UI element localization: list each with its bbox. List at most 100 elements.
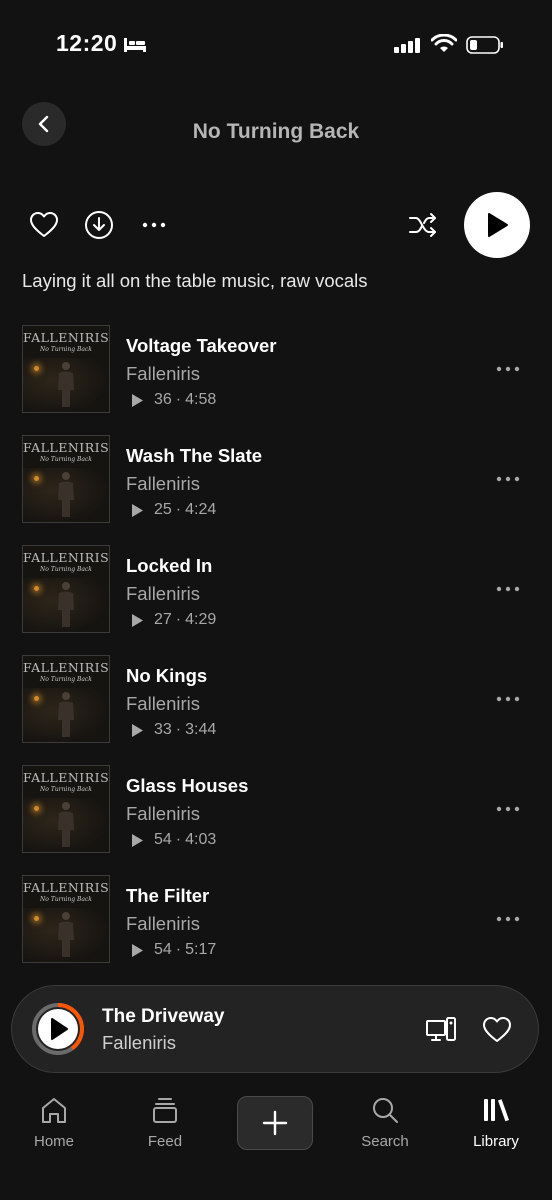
artwork-figure	[58, 472, 74, 517]
track-artwork: FALLENIRIS No Turning Back	[22, 435, 110, 523]
track-more-icon[interactable]	[494, 799, 522, 819]
track-artwork: FALLENIRIS No Turning Back	[22, 655, 110, 743]
meta-separator: ·	[175, 941, 182, 958]
track-row[interactable]: FALLENIRIS No Turning Back The Filter Falle…	[0, 875, 552, 985]
artwork-lamp	[34, 586, 39, 591]
device-icon[interactable]	[425, 1016, 457, 1044]
artwork-band-name: FALLENIRIS	[23, 660, 110, 675]
artwork-band-name: FALLENIRIS	[23, 770, 110, 785]
track-meta: 54 · 4:03	[130, 831, 216, 849]
more-icon	[142, 222, 166, 228]
track-play-count: 54	[154, 941, 172, 958]
track-meta: 27 · 4:29	[130, 611, 216, 629]
nav-search-label: Search	[361, 1133, 409, 1150]
track-more-icon[interactable]	[494, 909, 522, 929]
artwork-figure	[58, 582, 74, 627]
track-more-icon[interactable]	[494, 689, 522, 709]
meta-separator: ·	[175, 391, 182, 408]
heart-icon[interactable]	[481, 1016, 513, 1044]
library-icon	[484, 1099, 509, 1122]
mini-player[interactable]: The Driveway Falleniris	[11, 985, 539, 1073]
track-artwork: FALLENIRIS No Turning Back	[22, 545, 110, 633]
create-button[interactable]	[237, 1096, 313, 1150]
home-icon	[42, 1098, 66, 1123]
track-row[interactable]: FALLENIRIS No Turning Back Voltage Takeove…	[0, 325, 552, 435]
page-title: No Turning Back	[192, 120, 360, 143]
track-play-count: 54	[154, 831, 172, 848]
track-play-count: 36	[154, 391, 172, 408]
track-artwork: FALLENIRIS No Turning Back	[22, 875, 110, 963]
cellular-signal-icon	[394, 38, 420, 53]
artwork-album-name: No Turning Back	[40, 566, 92, 573]
play-count-icon	[132, 613, 143, 627]
track-artwork: FALLENIRIS No Turning Back	[22, 325, 110, 413]
search-icon	[373, 1098, 398, 1123]
track-row[interactable]: FALLENIRIS No Turning Back Glass Houses Fal…	[0, 765, 552, 875]
artwork-figure	[58, 912, 74, 957]
artwork-album-name: No Turning Back	[40, 786, 92, 793]
artwork-lamp	[34, 366, 39, 371]
artwork-album-name: No Turning Back	[40, 896, 92, 903]
wifi-icon	[431, 34, 457, 52]
nav-search[interactable]: Search	[340, 1095, 430, 1155]
artwork-figure	[58, 802, 74, 847]
track-duration: 4:03	[185, 831, 217, 848]
meta-separator: ·	[175, 501, 182, 518]
nav-library[interactable]: Library	[451, 1095, 541, 1155]
track-artist: Falleniris	[126, 693, 201, 714]
track-title: Locked In	[126, 555, 213, 576]
track-more-icon[interactable]	[494, 359, 522, 379]
track-title: Glass Houses	[126, 775, 249, 796]
artwork-band-name: FALLENIRIS	[23, 550, 110, 565]
track-artist: Falleniris	[126, 803, 201, 824]
track-title: No Kings	[126, 665, 208, 686]
shuffle-button[interactable]	[407, 210, 439, 240]
track-duration: 4:58	[185, 391, 217, 408]
nav-home-label: Home	[33, 1133, 74, 1150]
track-artist: Falleniris	[126, 363, 201, 384]
artwork-band-name: FALLENIRIS	[23, 330, 110, 345]
track-duration: 3:44	[185, 721, 217, 738]
like-playlist-button[interactable]	[27, 209, 61, 241]
track-duration: 4:24	[185, 501, 217, 518]
artwork-lamp	[34, 916, 39, 921]
track-play-count: 27	[154, 611, 172, 628]
track-play-count: 33	[154, 721, 172, 738]
mini-player-play-button[interactable]	[31, 1002, 85, 1056]
meta-separator: ·	[175, 721, 182, 738]
meta-separator: ·	[175, 611, 182, 628]
artwork-album-name: No Turning Back	[40, 676, 92, 683]
artwork-album-name: No Turning Back	[40, 456, 92, 463]
artwork-lamp	[34, 806, 39, 811]
track-artist: Falleniris	[126, 913, 201, 934]
now-playing-artist: Falleniris	[102, 1032, 177, 1053]
track-meta: 25 · 4:24	[130, 501, 216, 519]
meta-separator: ·	[175, 831, 182, 848]
bed-icon	[124, 38, 146, 52]
download-button[interactable]	[83, 209, 115, 241]
play-all-button[interactable]	[464, 192, 530, 258]
feed-icon	[153, 1098, 177, 1123]
download-icon	[85, 211, 113, 239]
track-row[interactable]: FALLENIRIS No Turning Back No Kings Falleni…	[0, 655, 552, 765]
play-count-icon	[132, 833, 143, 847]
track-artist: Falleniris	[126, 473, 201, 494]
track-artwork: FALLENIRIS No Turning Back	[22, 765, 110, 853]
artwork-band-name: FALLENIRIS	[23, 440, 110, 455]
now-playing-title: The Driveway	[102, 1006, 225, 1027]
heart-icon	[30, 212, 58, 237]
track-more-icon[interactable]	[494, 579, 522, 599]
track-row[interactable]: FALLENIRIS No Turning Back Wash The Slate F…	[0, 435, 552, 545]
play-count-icon	[132, 503, 143, 517]
track-meta: 36 · 4:58	[130, 391, 216, 409]
play-count-icon	[132, 393, 143, 407]
track-row[interactable]: FALLENIRIS No Turning Back Locked In Fallen…	[0, 545, 552, 655]
nav-feed[interactable]: Feed	[120, 1095, 210, 1155]
play-count-icon	[132, 723, 143, 737]
more-options-button[interactable]	[140, 213, 168, 237]
nav-home[interactable]: Home	[9, 1095, 99, 1155]
track-meta: 33 · 3:44	[130, 721, 216, 739]
track-more-icon[interactable]	[494, 469, 522, 489]
track-artist: Falleniris	[126, 583, 201, 604]
play-count-icon	[132, 943, 143, 957]
